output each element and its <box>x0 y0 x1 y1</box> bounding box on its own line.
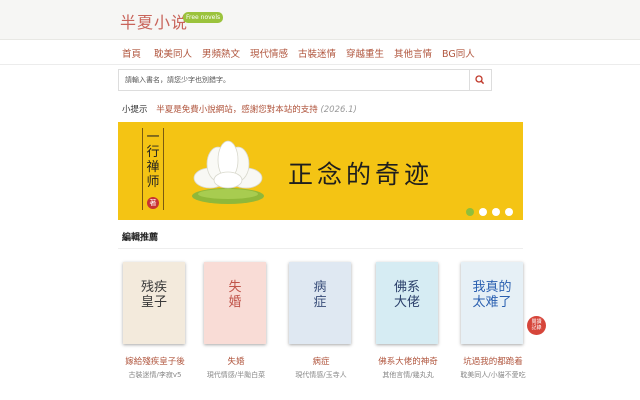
nav-item-bg[interactable]: BG同人 <box>442 46 475 60</box>
nav-item-timetravel[interactable]: 穿越重生 <box>346 46 384 60</box>
nav-item-male[interactable]: 男頻熱文 <box>202 46 240 60</box>
tip-label: 小提示 <box>122 105 148 115</box>
book-cover[interactable]: 失 婚 <box>204 262 266 344</box>
site-logo[interactable]: 半夏小说 <box>120 9 188 33</box>
carousel-dot[interactable] <box>479 208 487 216</box>
reading-history-label-2: 記錄 <box>531 325 542 331</box>
cover-title: 失 婚 <box>228 280 242 310</box>
book-title[interactable]: 失婚 <box>201 355 271 367</box>
promo-banner[interactable]: 一行禅师 著 正念的奇迹 <box>118 122 523 220</box>
banner-seal: 著 <box>147 197 159 209</box>
reading-history-button[interactable]: 閱讀 記錄 <box>527 316 546 335</box>
lotus-illustration <box>192 140 264 204</box>
nav-item-modern[interactable]: 現代情感 <box>250 46 288 60</box>
carousel-dot[interactable] <box>492 208 500 216</box>
cover-title: 病 症 <box>313 280 327 310</box>
nav-item-ancient[interactable]: 古裝迷情 <box>298 46 336 60</box>
book-cover[interactable]: 佛系 大佬 <box>376 262 438 344</box>
logo-badge: Free novels <box>183 12 224 23</box>
cover-title: 残疾 皇子 <box>140 280 167 310</box>
cover-title: 我真的 太难了 <box>472 280 512 310</box>
main-nav: 首頁 耽美同人 男頻熱文 現代情感 古裝迷情 穿越重生 其他言情 BG同人 <box>0 40 640 65</box>
search-input[interactable] <box>118 69 470 91</box>
top-header: 半夏小说 Free novels <box>0 0 640 40</box>
tip-year: (2026.1) <box>320 105 357 115</box>
book-title[interactable]: 佛系大佬的神奇 <box>373 355 443 367</box>
banner-title: 正念的奇迹 <box>288 160 434 189</box>
carousel-dot[interactable] <box>505 208 513 216</box>
cover-title: 佛系 大佬 <box>393 280 420 310</box>
book-title[interactable]: 病症 <box>286 355 356 367</box>
section-title: 編輯推薦 <box>122 233 159 243</box>
nav-item-home[interactable]: 首頁 <box>122 46 141 60</box>
book-meta: 現代情感/半颱白菜 <box>206 371 266 379</box>
search-icon <box>475 75 485 85</box>
nav-item-danmei[interactable]: 耽美同人 <box>154 46 192 60</box>
book-meta: 其他言情/幾丸丸 <box>382 371 434 379</box>
search-button[interactable] <box>470 69 492 91</box>
book-meta: 耽美同人/小貓不愛吃 <box>460 371 526 379</box>
site-tip: 小提示 半夏是免費小說網站，感謝您對本站的支持 (2026.1) <box>122 103 357 115</box>
book-meta: 現代情感/玉寺人 <box>295 371 347 379</box>
tip-text: 半夏是免費小說網站，感謝您對本站的支持 <box>156 105 318 115</box>
nav-item-other-romance[interactable]: 其他言情 <box>394 46 432 60</box>
carousel-dot[interactable] <box>466 208 474 216</box>
book-cover[interactable]: 病 症 <box>289 262 351 344</box>
banner-author: 一行禅师 <box>146 130 160 190</box>
book-title[interactable]: 嫁給殘疾皇子後 <box>120 355 190 367</box>
book-meta: 古裝迷情/李寂v5 <box>128 371 182 379</box>
book-cover[interactable]: 残疾 皇子 <box>123 262 185 344</box>
section-divider <box>118 248 523 249</box>
book-title[interactable]: 坑過我的都跪着 <box>458 355 528 367</box>
book-cover[interactable]: 我真的 太难了 <box>461 262 523 344</box>
